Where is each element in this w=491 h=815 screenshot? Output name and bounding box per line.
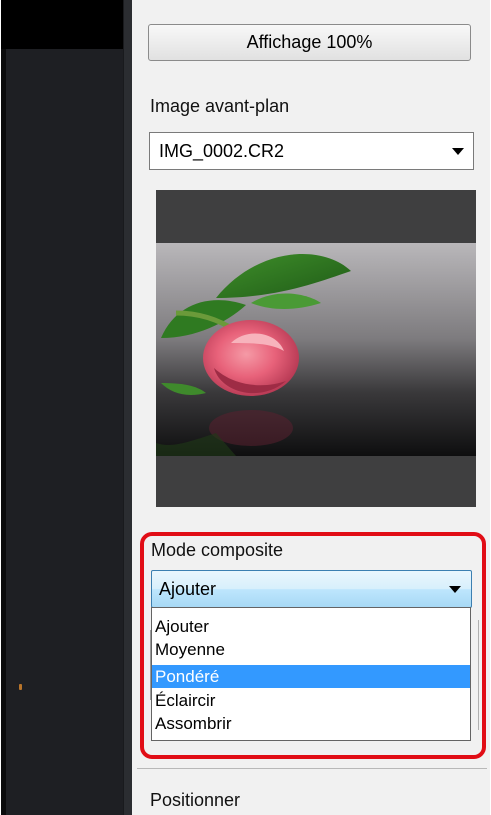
chevron-down-icon [452,148,464,155]
foreground-image-value: IMG_0002.CR2 [159,141,285,161]
section-divider [137,768,487,769]
foreground-preview [156,190,476,507]
canvas-edge [1,49,6,815]
canvas-top-bar [1,0,123,49]
foreground-image-label: Image avant-plan [150,96,290,116]
composite-panel: Affichage 100% Image avant-plan IMG_0002… [132,0,490,815]
rose-photo-thumbnail [156,243,476,456]
foreground-image-select[interactable]: IMG_0002.CR2 [149,132,474,170]
app-window: Affichage 100% Image avant-plan IMG_0002… [1,0,490,815]
canvas-artifact [19,684,22,690]
highlight-annotation [140,532,486,759]
view-100-button[interactable]: Affichage 100% [148,24,471,61]
image-canvas [1,0,123,815]
position-label: Positionner [150,790,241,810]
